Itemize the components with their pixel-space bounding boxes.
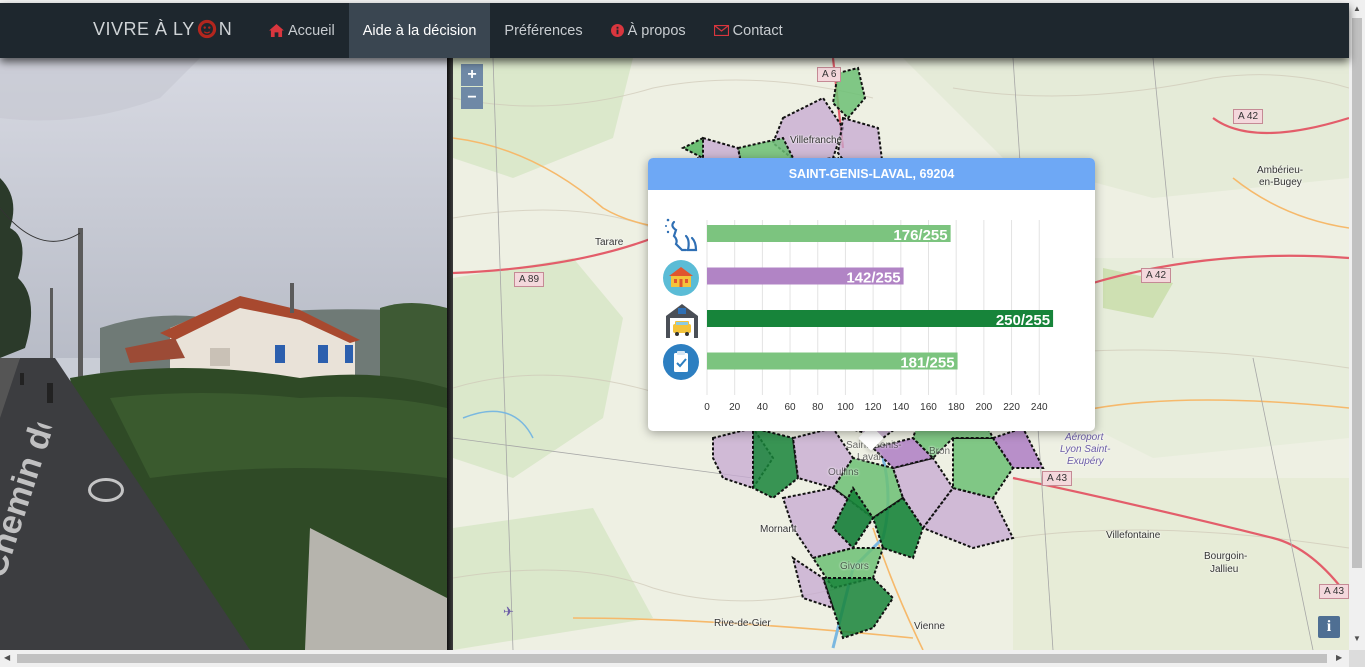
place-villefranche: Villefranche xyxy=(790,135,843,146)
zoom-out-button[interactable]: − xyxy=(461,87,483,109)
main-nav: Accueil Aide à la décision Préférences À… xyxy=(255,3,797,58)
street-view-image xyxy=(0,58,447,650)
place-amberieu-2: en-Bugey xyxy=(1259,177,1302,188)
scroll-down-arrow[interactable]: ▼ xyxy=(1353,634,1361,643)
nav-aide-decision-label: Aide à la décision xyxy=(362,22,477,39)
road-a42-top: A 42 xyxy=(1233,109,1264,124)
x-tick-label: 80 xyxy=(812,402,824,413)
nav-preferences[interactable]: Préférences xyxy=(490,3,596,58)
x-tick-label: 20 xyxy=(729,402,741,413)
envelope-icon xyxy=(713,25,729,36)
x-tick-label: 200 xyxy=(976,402,993,413)
education-icon xyxy=(663,260,699,296)
x-tick-label: 60 xyxy=(784,402,796,413)
place-bourgoin-2: Jallieu xyxy=(1210,564,1239,575)
popup-title: SAINT-GENIS-LAVAL, 69204 xyxy=(648,158,1095,190)
street-view-panel[interactable]: Chemin de ... xyxy=(0,58,447,650)
bar-value-label: 250/255 xyxy=(996,312,1050,329)
scrollbar-corner xyxy=(1349,650,1365,667)
road-a6: A 6 xyxy=(817,67,842,82)
road-a43-right: A 43 xyxy=(1319,584,1349,599)
x-tick-label: 240 xyxy=(1031,402,1048,413)
place-bourgoin-1: Bourgoin- xyxy=(1204,551,1248,562)
scroll-up-arrow[interactable]: ▲ xyxy=(1353,4,1361,13)
nav-contact-label: Contact xyxy=(732,22,783,39)
bar-value-label: 181/255 xyxy=(900,355,954,372)
airplane-icon: ✈ xyxy=(503,604,514,619)
chart-bars xyxy=(707,225,1054,370)
scroll-left-arrow[interactable]: ◀ xyxy=(4,653,10,662)
chart-icons xyxy=(663,218,699,380)
zoom-control: + − xyxy=(461,64,483,110)
home-icon xyxy=(269,24,284,37)
place-laval: Laval xyxy=(857,452,881,463)
nav-contact[interactable]: Contact xyxy=(700,3,797,58)
nav-a-propos[interactable]: À propos xyxy=(597,3,700,58)
x-tick-label: 140 xyxy=(892,402,909,413)
brand-logo[interactable]: VIVRE À LY N xyxy=(93,18,232,40)
road-a42-mid: A 42 xyxy=(1141,268,1172,283)
transport-icon xyxy=(666,304,698,338)
nav-accueil[interactable]: Accueil xyxy=(255,3,349,58)
horizontal-scrollbar[interactable]: ◀ ▶ xyxy=(0,650,1349,667)
pollution-icon xyxy=(665,218,698,252)
place-givors: Givors xyxy=(840,561,869,572)
vertical-scrollbar[interactable]: ▲ ▼ xyxy=(1349,0,1365,650)
brand-text-prefix: VIVRE À LY xyxy=(93,18,195,39)
place-aeroport-2: Lyon Saint- xyxy=(1060,444,1111,455)
place-amberieu-1: Ambérieu- xyxy=(1257,165,1304,176)
x-axis-ticks: 0 20 40 60 80 100 120 140 160 180 200 220 240 xyxy=(704,402,1048,413)
bar-value-label: 176/255 xyxy=(893,227,947,244)
browser-window: VIVRE À LY N Accueil Aide à la décision xyxy=(0,0,1365,667)
place-oullins: Oullins xyxy=(828,467,859,478)
lion-icon xyxy=(197,19,216,39)
x-tick-label: 0 xyxy=(704,402,710,413)
x-tick-label: 180 xyxy=(948,402,965,413)
vertical-scroll-thumb[interactable] xyxy=(1352,18,1362,568)
score-chart: 176/255 142/255 250/255 181/255 0 20 40 60 80 10… xyxy=(663,218,1054,413)
brand-text-suffix: N xyxy=(218,18,233,39)
road-a43-mid: A 43 xyxy=(1042,471,1073,486)
x-tick-label: 220 xyxy=(1003,402,1020,413)
place-villefontaine: Villefontaine xyxy=(1106,530,1161,541)
zoom-in-button[interactable]: + xyxy=(461,64,483,86)
info-circle-icon xyxy=(610,24,624,37)
services-icon xyxy=(663,344,699,380)
nav-a-propos-label: À propos xyxy=(627,22,686,39)
bar-value-label: 142/255 xyxy=(846,270,900,287)
place-aeroport-1: Aéroport xyxy=(1065,432,1104,443)
road-a89: A 89 xyxy=(514,272,545,287)
place-vienne: Vienne xyxy=(914,621,945,632)
place-aeroport-3: Exupéry xyxy=(1067,456,1104,467)
x-tick-label: 160 xyxy=(920,402,937,413)
place-tarare: Tarare xyxy=(595,237,624,248)
x-tick-label: 120 xyxy=(865,402,882,413)
nav-aide-decision[interactable]: Aide à la décision xyxy=(348,3,491,58)
nav-preferences-label: Préférences xyxy=(504,22,583,39)
x-tick-label: 40 xyxy=(757,402,769,413)
navbar: VIVRE À LY N Accueil Aide à la décision xyxy=(0,3,1349,58)
scroll-right-arrow[interactable]: ▶ xyxy=(1336,653,1342,662)
nav-accueil-label: Accueil xyxy=(288,22,335,39)
x-tick-label: 100 xyxy=(837,402,854,413)
map-info-button[interactable]: i xyxy=(1318,616,1340,638)
bar-value-labels: 176/255 142/255 250/255 181/255 xyxy=(846,227,1050,372)
navigation-arrow-icon[interactable] xyxy=(88,478,124,502)
place-bron: Bron xyxy=(929,446,951,457)
commune-popup: SAINT-GENIS-LAVAL, 69204 176/255 142/255… xyxy=(648,158,1095,431)
place-mornant: Mornant xyxy=(760,524,797,535)
place-rive-de-gier: Rive-de-Gier xyxy=(714,618,771,629)
horizontal-scroll-thumb[interactable] xyxy=(17,654,1327,663)
